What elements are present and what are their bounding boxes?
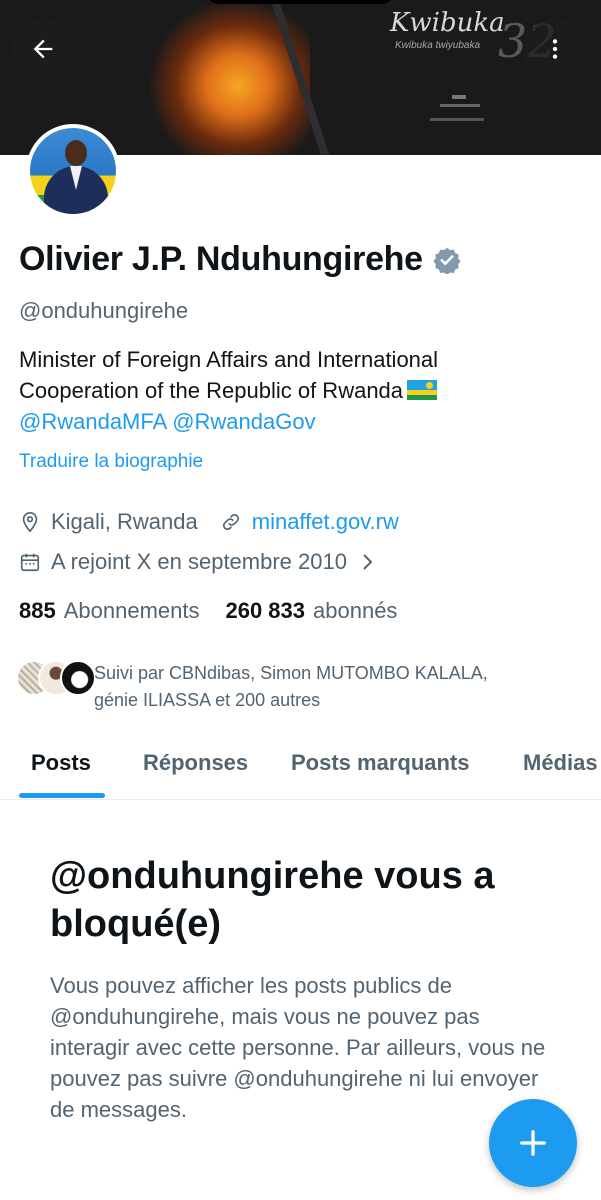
profile-name: Olivier J.P. Nduhungirehe: [19, 240, 423, 278]
profile-joined: A rejoint X en septembre 2010: [51, 549, 347, 574]
avatar-photo: [30, 128, 116, 214]
follow-counts: 885 Abonnements 260 833 abonnés: [19, 598, 397, 624]
avatar[interactable]: [26, 124, 120, 218]
more-vertical-icon: [552, 39, 558, 59]
back-button[interactable]: [12, 18, 74, 80]
arrow-left-icon: [33, 39, 53, 59]
profile-meta: Kigali, Rwanda minaffet.gov.rw: [19, 509, 399, 535]
calendar-icon: [20, 553, 40, 572]
rwanda-flag-icon: [407, 380, 438, 400]
compose-button[interactable]: [489, 1099, 577, 1187]
more-button[interactable]: [524, 18, 586, 80]
followed-by-avatars[interactable]: [16, 660, 96, 696]
bio-line: Cooperation of the Republic of Rwanda: [19, 378, 404, 403]
avatar: [60, 660, 96, 696]
chevron-right-icon: [363, 554, 373, 570]
profile-name-row: Olivier J.P. Nduhungirehe: [19, 240, 461, 279]
followers-count[interactable]: 260 833 abonnés: [225, 598, 397, 624]
plus-icon: [520, 1130, 546, 1156]
tab-replies[interactable]: Réponses: [143, 750, 248, 776]
blocked-title: @onduhungirehe vous a bloqué(e): [50, 855, 495, 945]
active-tab-indicator: [19, 793, 105, 798]
following-count[interactable]: 885 Abonnements: [19, 598, 199, 624]
translate-bio-link[interactable]: Traduire la biographie: [19, 451, 203, 473]
verified-badge-icon[interactable]: [433, 246, 461, 274]
tab-posts[interactable]: Posts: [31, 750, 91, 776]
followed-by-text[interactable]: Suivi par CBNdibas, Simon MUTOMBO KALALA…: [94, 660, 574, 714]
tab-highlights[interactable]: Posts marquants: [291, 750, 470, 776]
profile-bio: Minister of Foreign Affairs and Internat…: [19, 344, 584, 437]
profile-location: Kigali, Rwanda: [51, 509, 198, 534]
bio-line: Minister of Foreign Affairs and Internat…: [19, 347, 439, 372]
profile-tabs: Posts Réponses Posts marquants Médias: [0, 730, 601, 800]
profile-joined-row[interactable]: A rejoint X en septembre 2010: [19, 549, 375, 575]
banner-title: Kwibuka: [390, 8, 505, 38]
blocked-description: Vous pouvez afficher les posts publics d…: [50, 973, 546, 1122]
profile-handle: @onduhungirehe: [19, 298, 189, 323]
camera-notch: [205, 0, 395, 4]
tab-media[interactable]: Médias: [523, 750, 598, 776]
profile-website-link[interactable]: minaffet.gov.rw: [252, 509, 399, 535]
mention-link[interactable]: @RwandaMFA: [19, 409, 166, 434]
link-icon: [222, 513, 239, 531]
location-icon: [22, 512, 38, 533]
mention-link[interactable]: @RwandaGov: [172, 409, 315, 434]
banner-subtitle: Kwibuka twiyubaka: [395, 40, 481, 51]
